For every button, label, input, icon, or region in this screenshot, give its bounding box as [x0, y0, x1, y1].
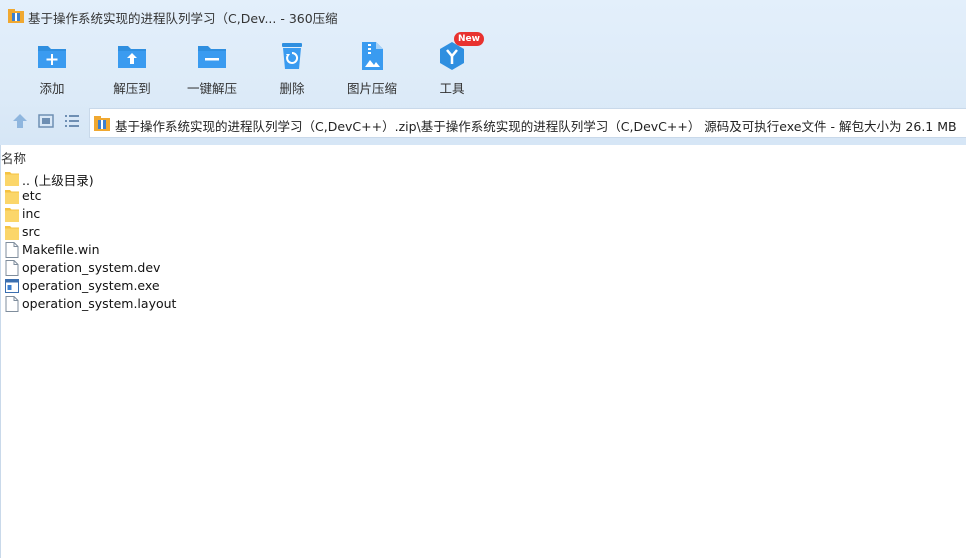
- list-item-name: operation_system.exe: [22, 278, 160, 293]
- address-row: 基于操作系统实现的进程队列学习（C,DevC++）.zip\基于操作系统实现的进…: [0, 106, 966, 138]
- one-click-extract-label: 一键解压: [186, 81, 237, 96]
- list-item[interactable]: .. (上级目录): [1, 169, 966, 188]
- new-badge: New: [454, 32, 484, 46]
- list-item[interactable]: operation_system.dev: [1, 259, 966, 277]
- list-view-icon[interactable]: [63, 112, 81, 130]
- add-button[interactable]: 添加: [12, 36, 92, 98]
- title-bar: 基于操作系统实现的进程队列学习（C,Dev... - 360压缩: [0, 0, 966, 32]
- one-click-extract-icon: [198, 46, 226, 68]
- add-button-label: 添加: [39, 81, 65, 96]
- list-item-name: operation_system.layout: [22, 296, 177, 311]
- column-header-name[interactable]: 名称: [1, 148, 26, 167]
- folder-icon: [5, 188, 19, 204]
- tools-button-label: 工具: [439, 81, 465, 96]
- folder-icon: [5, 224, 19, 240]
- app-window: 基于操作系统实现的进程队列学习（C,Dev... - 360压缩 添加 解压到 …: [0, 0, 966, 558]
- file-list: 名称 .. (上级目录) etc inc src Makefile.win operati…: [0, 145, 966, 558]
- list-item[interactable]: etc: [1, 187, 966, 205]
- extract-to-button[interactable]: 解压到: [92, 36, 172, 98]
- file-rows: .. (上级目录) etc inc src Makefile.win operation_…: [1, 169, 966, 313]
- file-icon: [5, 242, 19, 258]
- list-item[interactable]: src: [1, 223, 966, 241]
- recycle-bin-icon: [282, 43, 302, 69]
- image-compress-icon: [362, 42, 383, 70]
- thumbnail-view-icon[interactable]: [37, 112, 55, 130]
- file-icon: [5, 296, 19, 312]
- archive-icon: [94, 116, 110, 131]
- tools-button[interactable]: New 工具: [412, 32, 492, 98]
- list-item-name: etc: [22, 188, 42, 203]
- list-item[interactable]: Makefile.win: [1, 241, 966, 259]
- archive-app-icon: [8, 9, 24, 23]
- exe-file-icon: [5, 278, 19, 294]
- list-item-name: inc: [22, 206, 41, 221]
- list-item-name: src: [22, 224, 41, 239]
- list-item[interactable]: operation_system.layout: [1, 295, 966, 313]
- folder-icon: [5, 206, 19, 222]
- address-bar[interactable]: 基于操作系统实现的进程队列学习（C,DevC++）.zip\基于操作系统实现的进…: [89, 108, 966, 138]
- extract-to-button-label: 解压到: [113, 81, 151, 96]
- list-item[interactable]: operation_system.exe: [1, 277, 966, 295]
- window-chrome: 基于操作系统实现的进程队列学习（C,Dev... - 360压缩 添加 解压到 …: [0, 0, 966, 145]
- image-compress-label: 图片压缩: [346, 81, 397, 96]
- one-click-extract-button[interactable]: 一键解压: [172, 36, 252, 98]
- list-item-name: Makefile.win: [22, 242, 100, 257]
- list-item-name: operation_system.dev: [22, 260, 161, 275]
- window-title: 基于操作系统实现的进程队列学习（C,Dev... - 360压缩: [28, 11, 338, 26]
- image-compress-button[interactable]: 图片压缩: [332, 36, 412, 98]
- add-folder-icon: [38, 46, 66, 68]
- delete-button[interactable]: 删除: [252, 36, 332, 98]
- file-icon: [5, 260, 19, 276]
- folder-icon: [5, 170, 19, 186]
- list-item[interactable]: inc: [1, 205, 966, 223]
- address-path: 基于操作系统实现的进程队列学习（C,DevC++）.zip\基于操作系统实现的进…: [115, 119, 957, 134]
- up-arrow-icon[interactable]: [11, 112, 29, 130]
- extract-to-icon: [118, 46, 146, 68]
- delete-button-label: 删除: [279, 81, 305, 96]
